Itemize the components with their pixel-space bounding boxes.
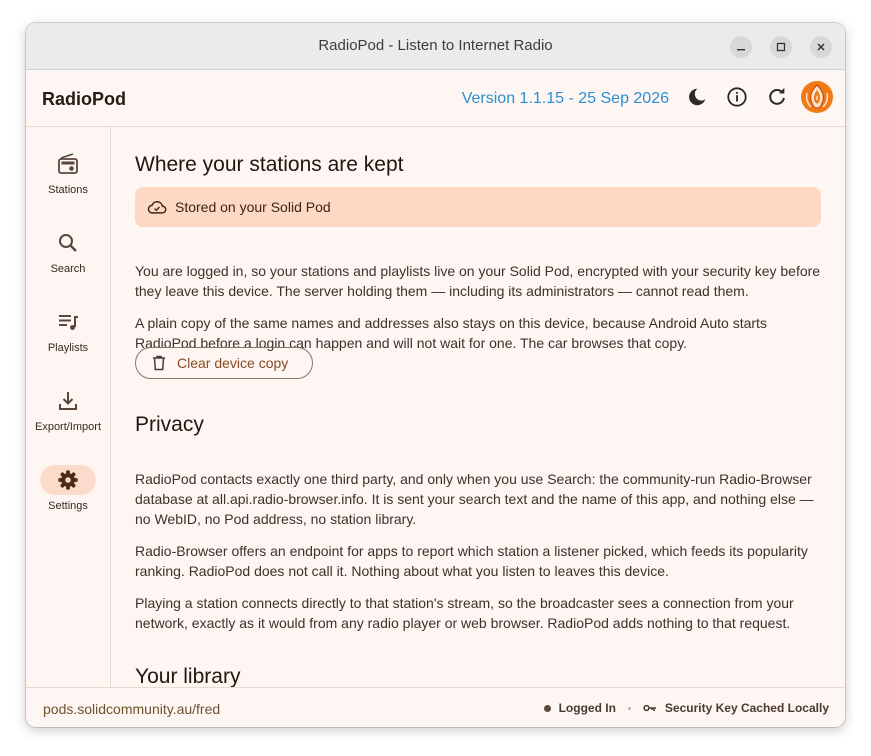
status-indicators: Logged In Security Key Cached Locally bbox=[543, 701, 829, 715]
library-heading: Your library bbox=[135, 665, 241, 687]
cloud-icon bbox=[147, 201, 167, 214]
login-status-dot bbox=[543, 704, 551, 712]
moon-icon bbox=[689, 88, 706, 106]
app-window: RadioPod - Listen to Internet Radio Radi… bbox=[26, 23, 845, 727]
maximize-button[interactable] bbox=[770, 36, 792, 58]
nav-settings-label: Settings bbox=[48, 500, 88, 512]
theme-toggle-button[interactable] bbox=[685, 85, 709, 109]
download-icon bbox=[59, 392, 77, 410]
radio-icon bbox=[58, 153, 78, 174]
nav-search-label: Search bbox=[50, 263, 86, 275]
nav-export-icon-wrap bbox=[40, 386, 96, 416]
trash-icon bbox=[153, 355, 165, 371]
nav-settings-icon-wrap bbox=[40, 465, 96, 495]
nav-search-icon-wrap bbox=[40, 228, 96, 258]
privacy-paragraph-3: Playing a station connects directly to t… bbox=[135, 595, 794, 631]
clear-device-copy-label: Clear device copy bbox=[177, 355, 289, 371]
nav-stations-label: Stations bbox=[48, 184, 88, 196]
status-bar: pods.solidcommunity.au/fred Logged In Se… bbox=[26, 687, 845, 727]
pod-url: pods.solidcommunity.au/fred bbox=[43, 701, 221, 717]
minimize-button[interactable] bbox=[730, 36, 752, 58]
minimize-icon bbox=[737, 49, 745, 51]
info-button[interactable] bbox=[725, 85, 749, 109]
storage-paragraph-1: You are logged in, so your stations and … bbox=[135, 263, 821, 299]
privacy-paragraph-1: RadioPod contacts exactly one third part… bbox=[135, 471, 814, 527]
app-bar: RadioPod Version 1.1.15 - 25 Sep 2026 bbox=[26, 70, 845, 127]
key-icon bbox=[643, 704, 656, 712]
nav-stations[interactable]: Stations bbox=[26, 144, 110, 214]
account-avatar[interactable] bbox=[801, 81, 833, 113]
close-button[interactable] bbox=[810, 36, 832, 58]
storage-heading: Where your stations are kept bbox=[135, 153, 404, 176]
navigation-rail: Stations Search Playlists Export/Import … bbox=[26, 127, 111, 687]
refresh-icon bbox=[769, 87, 785, 105]
nav-playlists[interactable]: Playlists bbox=[26, 302, 110, 372]
nav-playlists-label: Playlists bbox=[47, 342, 89, 354]
nav-search[interactable]: Search bbox=[26, 223, 110, 293]
clear-device-copy-button[interactable]: Clear device copy bbox=[135, 347, 313, 379]
nav-export-import[interactable]: Export/Import bbox=[26, 381, 110, 451]
nav-playlists-icon-wrap bbox=[40, 307, 96, 337]
title-bar[interactable]: RadioPod - Listen to Internet Radio bbox=[26, 23, 845, 70]
settings-content[interactable]: Where your stations are kept Stored on y… bbox=[111, 127, 845, 687]
playlist-icon bbox=[59, 315, 78, 330]
privacy-paragraph-2: Radio-Browser offers an endpoint for app… bbox=[135, 543, 808, 579]
refresh-button[interactable] bbox=[765, 85, 789, 109]
status-separator bbox=[627, 706, 631, 710]
nav-export-import-label: Export/Import bbox=[34, 421, 102, 433]
window-title: RadioPod - Listen to Internet Radio bbox=[318, 37, 553, 54]
key-status: Security Key Cached Locally bbox=[664, 701, 829, 715]
maximize-icon bbox=[776, 42, 786, 52]
app-name: RadioPod bbox=[42, 89, 126, 109]
close-icon bbox=[817, 43, 825, 51]
search-icon bbox=[59, 234, 77, 252]
app-logo-icon bbox=[801, 81, 833, 113]
privacy-heading: Privacy bbox=[135, 413, 204, 436]
nav-settings[interactable]: Settings bbox=[26, 460, 110, 530]
login-status: Logged In bbox=[558, 701, 616, 715]
storage-status-text: Stored on your Solid Pod bbox=[175, 199, 331, 215]
info-icon bbox=[727, 87, 747, 107]
version-label: Version 1.1.15 - 25 Sep 2026 bbox=[461, 90, 669, 107]
nav-stations-icon-wrap bbox=[40, 149, 96, 179]
gear-icon bbox=[58, 470, 78, 490]
storage-status-banner: Stored on your Solid Pod bbox=[135, 187, 821, 227]
